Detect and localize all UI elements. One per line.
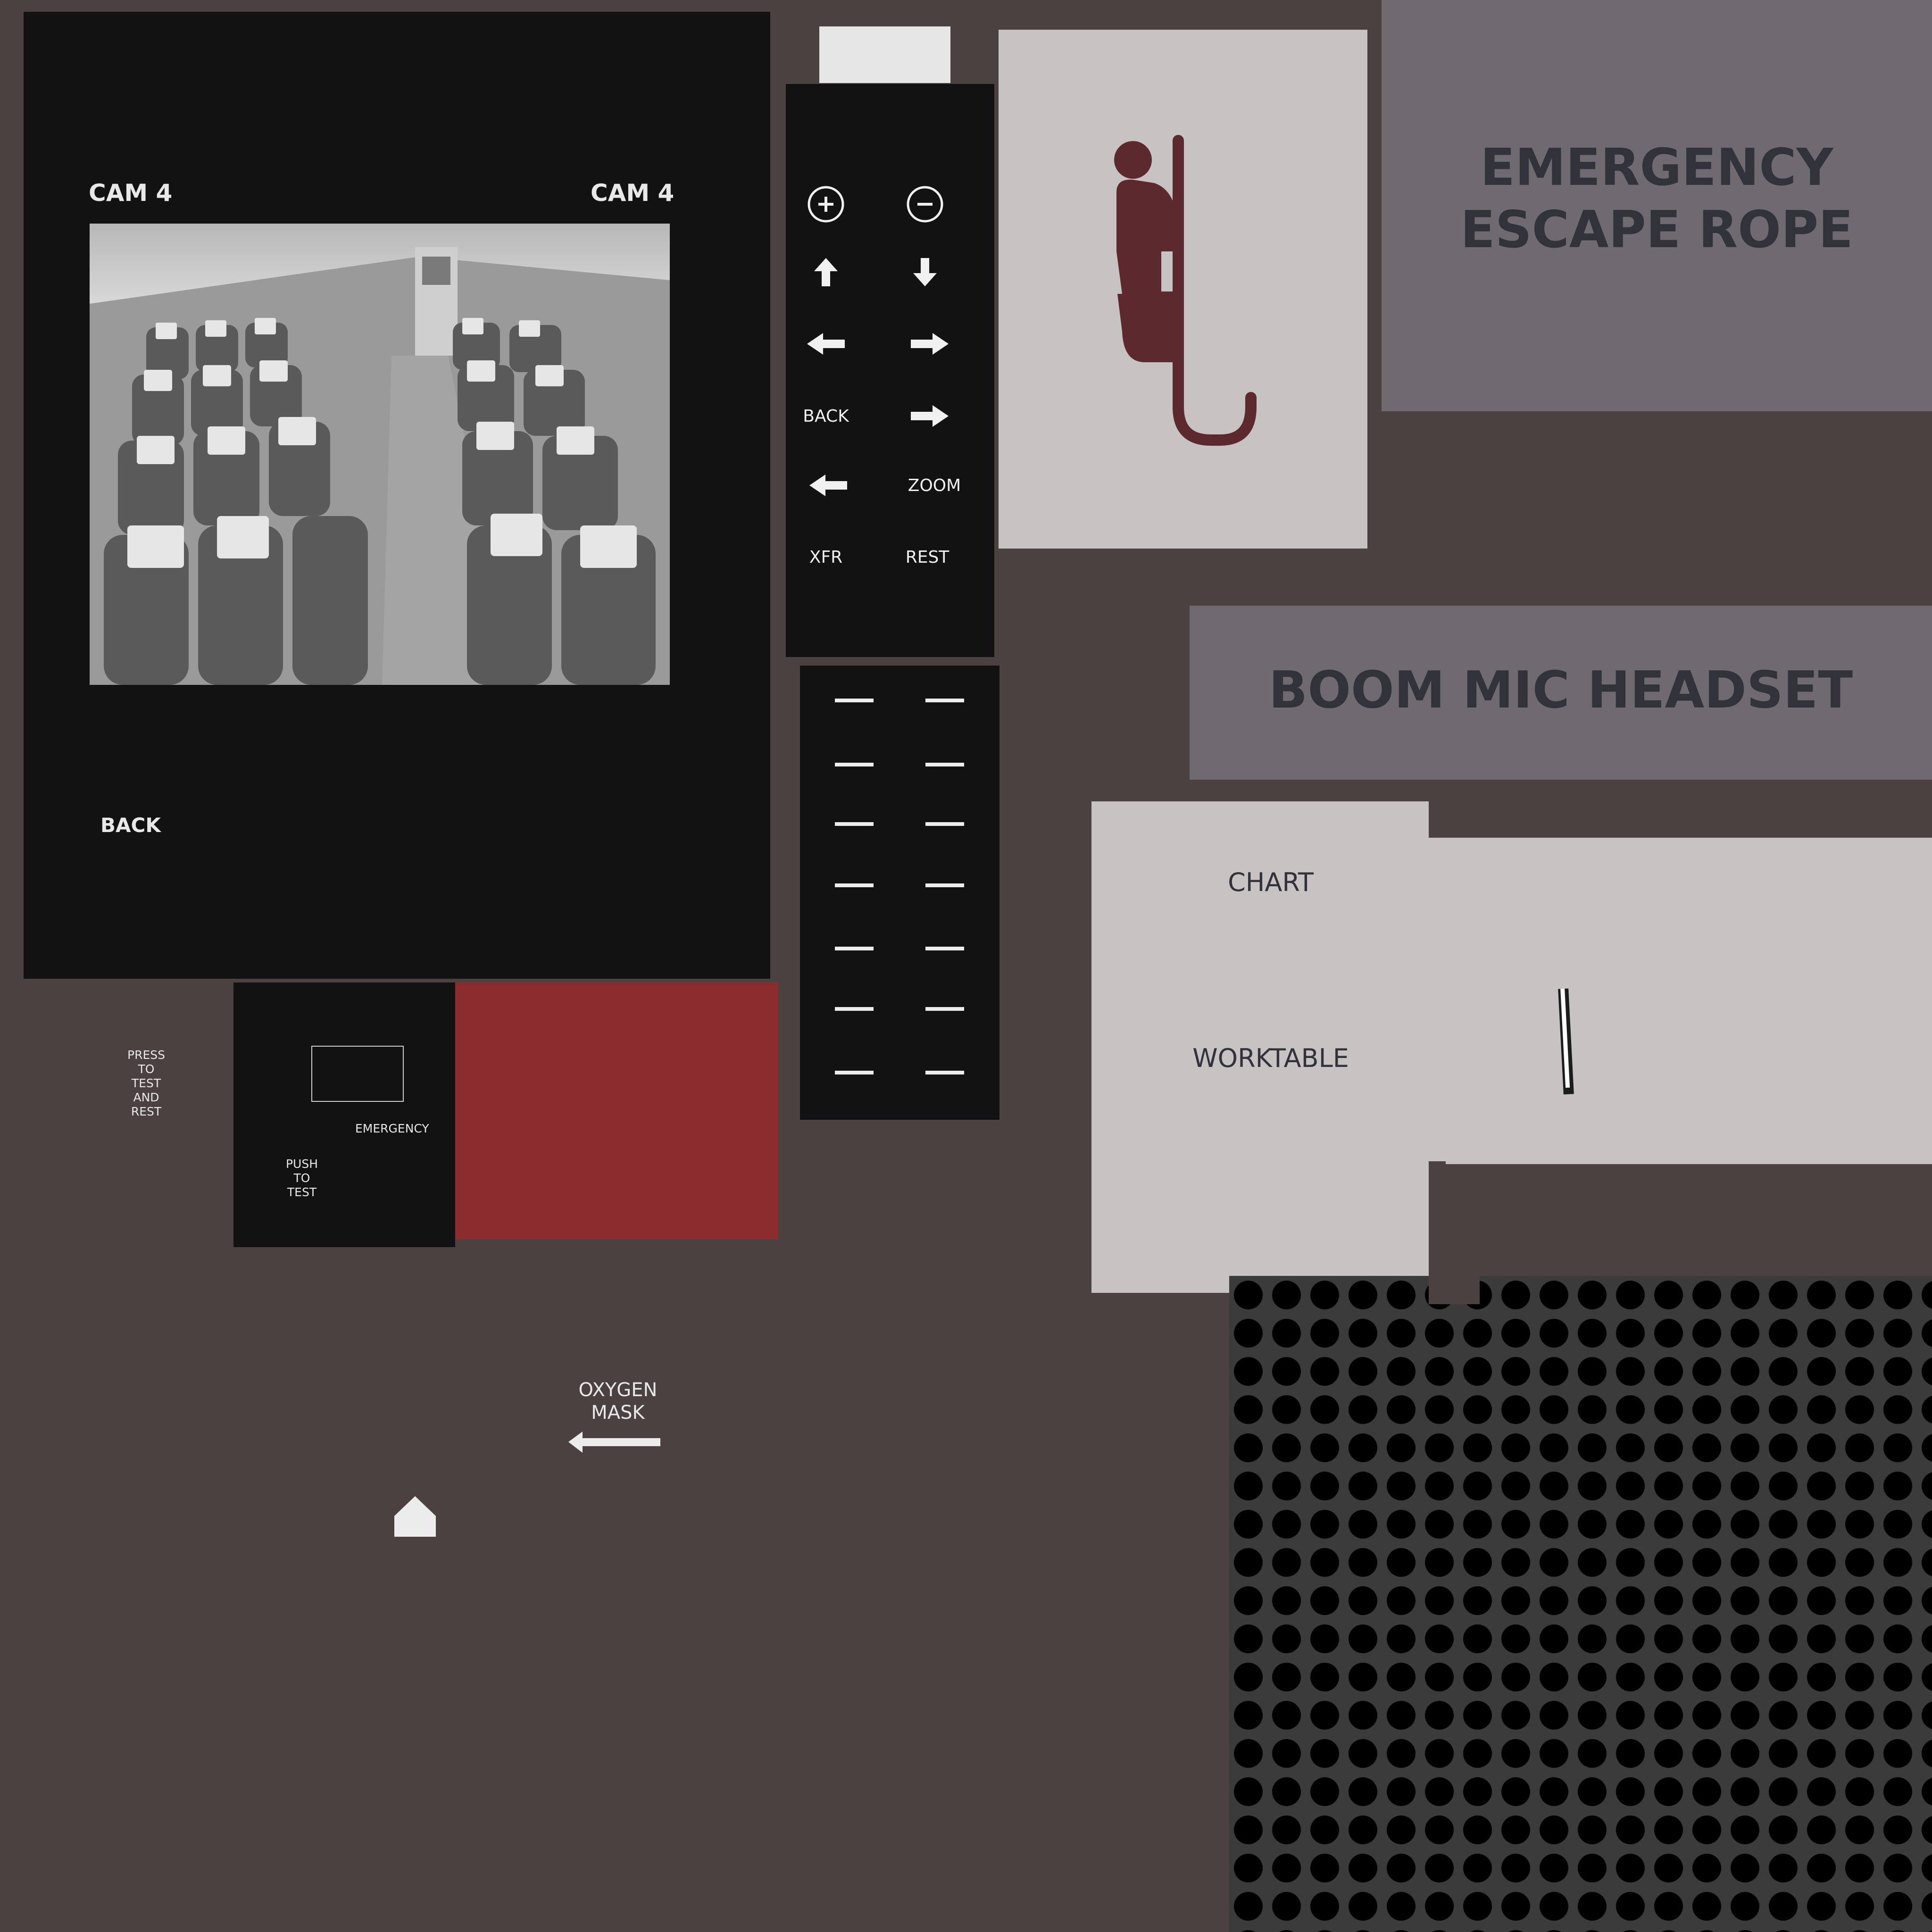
boom-mic-placard: BOOM MIC HEADSET — [1190, 606, 1932, 780]
arrow-right-icon — [911, 405, 949, 427]
dash-mark — [835, 947, 874, 950]
dash-mark — [835, 883, 874, 887]
chart-label: CHART — [1228, 867, 1314, 897]
arrow-up-icon — [814, 258, 838, 286]
escape-rope-label-panel: EMERGENCY ESCAPE ROPE — [1382, 0, 1932, 411]
worktable-latch[interactable] — [1558, 988, 1574, 1095]
arrow-left-icon — [809, 475, 847, 496]
rope-title-line2: ESCAPE ROPE — [1460, 200, 1853, 259]
zoom-out-button[interactable] — [899, 183, 951, 225]
minus-icon — [907, 186, 943, 223]
dash-mark — [925, 763, 964, 766]
dash-mark — [835, 1071, 874, 1074]
pan-down-button[interactable] — [899, 251, 951, 293]
emergency-red-panel — [455, 983, 778, 1240]
dash-indicator-panel — [800, 666, 999, 1120]
house-marker-icon — [394, 1496, 436, 1537]
cabin-seats-image — [90, 224, 670, 685]
dash-mark — [835, 1007, 874, 1011]
dash-mark — [925, 699, 964, 702]
keypad-top-tab — [819, 26, 950, 83]
oxygen-mask-label: OXYGEN MASK — [578, 1379, 658, 1424]
pan-right-button[interactable] — [904, 323, 956, 365]
dash-mark — [925, 883, 964, 887]
worktable-gap — [1429, 1161, 1446, 1293]
pan-up-button[interactable] — [800, 251, 852, 293]
zoom-button[interactable]: ZOOM — [904, 464, 965, 507]
pan-left-button[interactable] — [800, 323, 852, 365]
arrow-down-icon — [913, 258, 937, 286]
keypad-back-button[interactable]: BACK — [800, 395, 852, 437]
dash-mark — [835, 763, 874, 766]
emergency-indicator-window[interactable] — [311, 1046, 404, 1102]
camera-back-button[interactable]: BACK — [100, 814, 161, 837]
escape-rope-pictogram-panel — [999, 30, 1367, 549]
grille-notch — [1429, 1276, 1480, 1304]
dash-mark — [925, 1071, 964, 1074]
emergency-label: EMERGENCY — [355, 1122, 429, 1135]
xfr-button[interactable]: XFR — [800, 536, 852, 578]
dash-mark — [925, 947, 964, 950]
plus-icon — [808, 186, 844, 223]
cam-label-right: CAM 4 — [591, 179, 675, 207]
speaker-grille — [1229, 1276, 1932, 1932]
press-to-test-label: PRESS TO TEST AND REST — [127, 1048, 165, 1118]
dash-mark — [835, 822, 874, 826]
arrow-right-icon — [911, 333, 949, 355]
arrow-left-icon — [807, 333, 845, 355]
cam-label-left: CAM 4 — [89, 179, 173, 207]
emergency-test-panel — [233, 983, 455, 1247]
camera-control-keypad: BACK ZOOM XFR REST — [786, 84, 994, 657]
next-right-button[interactable] — [904, 395, 956, 437]
worktable-label: WORKTABLE — [1192, 1043, 1349, 1073]
dash-mark — [925, 1007, 964, 1011]
chart-holder-panel: CHART WORKTABLE — [1091, 801, 1429, 1293]
rest-button[interactable]: REST — [901, 536, 953, 578]
dash-mark — [835, 699, 874, 702]
cabin-camera-feed — [90, 224, 670, 685]
dash-mark — [925, 822, 964, 826]
prev-left-button[interactable] — [802, 464, 854, 507]
zoom-in-button[interactable] — [800, 183, 852, 225]
oxygen-arrow-icon — [568, 1432, 660, 1453]
escape-rope-icon — [1114, 135, 1257, 446]
rope-title-line1: EMERGENCY — [1480, 138, 1833, 197]
push-to-test-button[interactable]: PUSH TO TEST — [278, 1157, 325, 1199]
boom-mic-title: BOOM MIC HEADSET — [1268, 661, 1853, 720]
worktable-surface — [1429, 838, 1932, 1164]
